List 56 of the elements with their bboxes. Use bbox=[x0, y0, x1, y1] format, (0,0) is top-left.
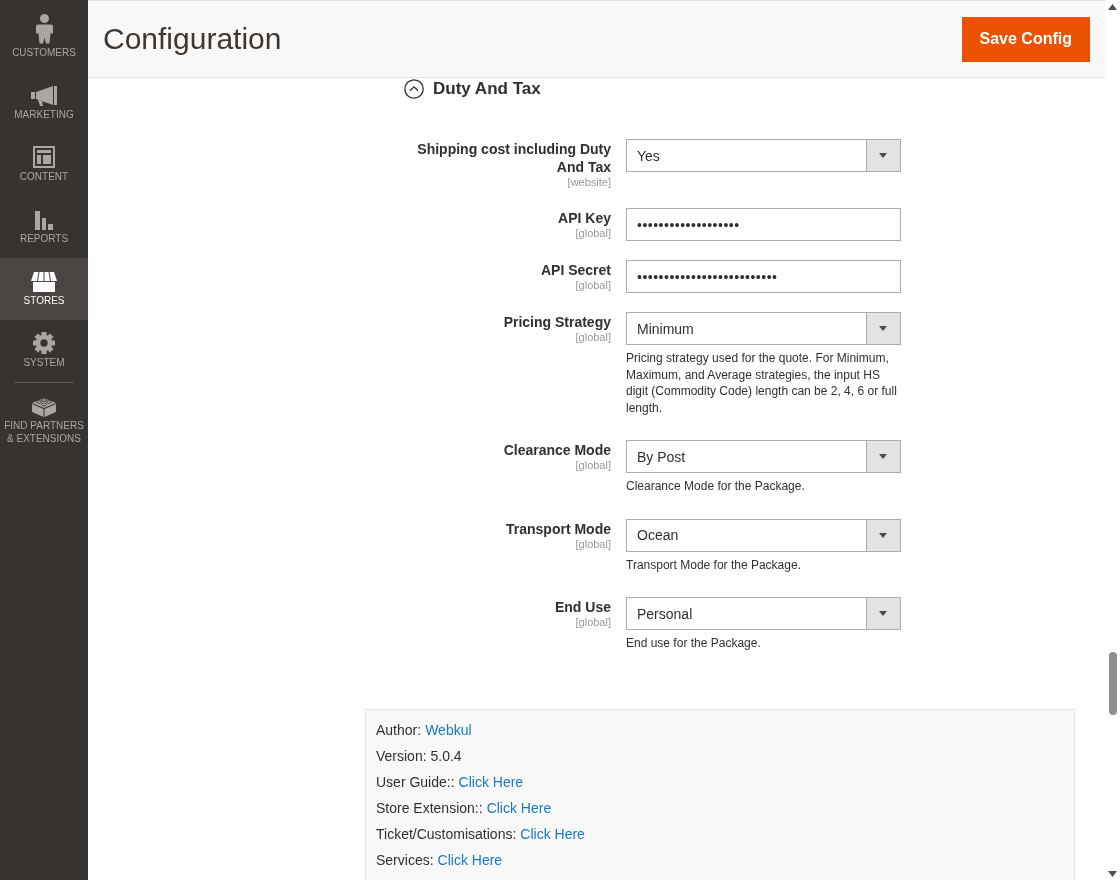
dropdown[interactable]: Ocean bbox=[626, 518, 901, 552]
info-label: Ticket/Customisations: bbox=[376, 824, 517, 844]
dropdown[interactable]: Yes bbox=[626, 139, 901, 172]
scrollbar-thumb[interactable] bbox=[1108, 652, 1117, 715]
password-field[interactable]: ••••••••••••••••••• bbox=[626, 208, 901, 241]
dropdown[interactable]: Minimum bbox=[626, 312, 901, 345]
scope-label: [global] bbox=[574, 279, 611, 292]
scope-label: [website] bbox=[566, 176, 611, 189]
sidebar-item[interactable]: STORES bbox=[0, 258, 88, 320]
info-label: User Guide:: bbox=[376, 772, 455, 792]
field-label: Clearance Mode bbox=[502, 441, 611, 459]
sidebar-item[interactable]: CONTENT bbox=[0, 134, 88, 196]
scope-label: [global] bbox=[574, 227, 611, 240]
sidebar-item[interactable]: REPORTS bbox=[0, 196, 88, 258]
scope-label: [global] bbox=[574, 459, 611, 472]
page-title: Configuration bbox=[103, 21, 282, 57]
save-button[interactable]: Save Config bbox=[961, 16, 1090, 62]
gear-icon bbox=[33, 332, 55, 354]
sidebar-item[interactable]: CUSTOMERS bbox=[0, 10, 88, 72]
info-label: Author: bbox=[376, 720, 422, 740]
person-icon bbox=[35, 14, 53, 44]
brick-icon bbox=[32, 395, 56, 417]
dropdown[interactable]: Personal bbox=[626, 597, 901, 630]
link[interactable]: Click Here bbox=[437, 846, 503, 873]
field-note: Pricing strategy used for the quote. For Minimum, Maximum, and Average strategies, the input HS digit (Commodity Code) length can be 2, 4, 6 or full length. bbox=[626, 350, 898, 416]
field-label: End Use bbox=[554, 598, 611, 616]
info-label: Version: 5.0.4 bbox=[376, 746, 462, 766]
sidebar-item[interactable]: MARKETING bbox=[0, 72, 88, 134]
sidebar-item[interactable]: FIND PARTNERS & EXTENSIONS bbox=[0, 383, 88, 445]
sidebar-item[interactable]: SYSTEM bbox=[0, 320, 88, 382]
scope-label: [global] bbox=[574, 616, 611, 629]
scope-label: [global] bbox=[574, 537, 611, 551]
bar-chart-icon bbox=[35, 210, 53, 230]
section-toggle[interactable]: Duty And Tax bbox=[404, 79, 541, 99]
link[interactable]: Click Here bbox=[486, 794, 552, 821]
megaphone-icon bbox=[31, 86, 57, 106]
field-label: Shipping cost including Duty And Tax bbox=[416, 140, 611, 176]
field-note: Transport Mode for the Package. bbox=[626, 556, 802, 573]
info-label: Store Extension:: bbox=[376, 798, 483, 818]
password-field[interactable]: •••••••••••••••••••••••••• bbox=[626, 260, 901, 293]
dropdown[interactable]: By Post bbox=[626, 440, 901, 473]
info-label: Services: bbox=[376, 850, 434, 870]
field-note: End use for the Package. bbox=[626, 635, 762, 652]
storefront-icon bbox=[31, 272, 57, 292]
scope-label: [global] bbox=[574, 331, 611, 344]
link[interactable]: Click Here bbox=[458, 768, 524, 795]
field-label: Pricing Strategy bbox=[502, 313, 611, 331]
field-label: API Secret bbox=[539, 261, 611, 279]
link[interactable]: Click Here bbox=[520, 820, 585, 847]
scroll-down-arrow-icon[interactable] bbox=[1108, 871, 1117, 877]
field-label: Transport Mode bbox=[505, 519, 611, 538]
scroll-up-arrow-icon[interactable] bbox=[1108, 4, 1117, 10]
link[interactable]: Webkul bbox=[425, 716, 472, 743]
layout-icon bbox=[33, 146, 55, 168]
field-note: Clearance Mode for the Package. bbox=[626, 478, 806, 495]
field-label: API Key bbox=[557, 209, 611, 227]
